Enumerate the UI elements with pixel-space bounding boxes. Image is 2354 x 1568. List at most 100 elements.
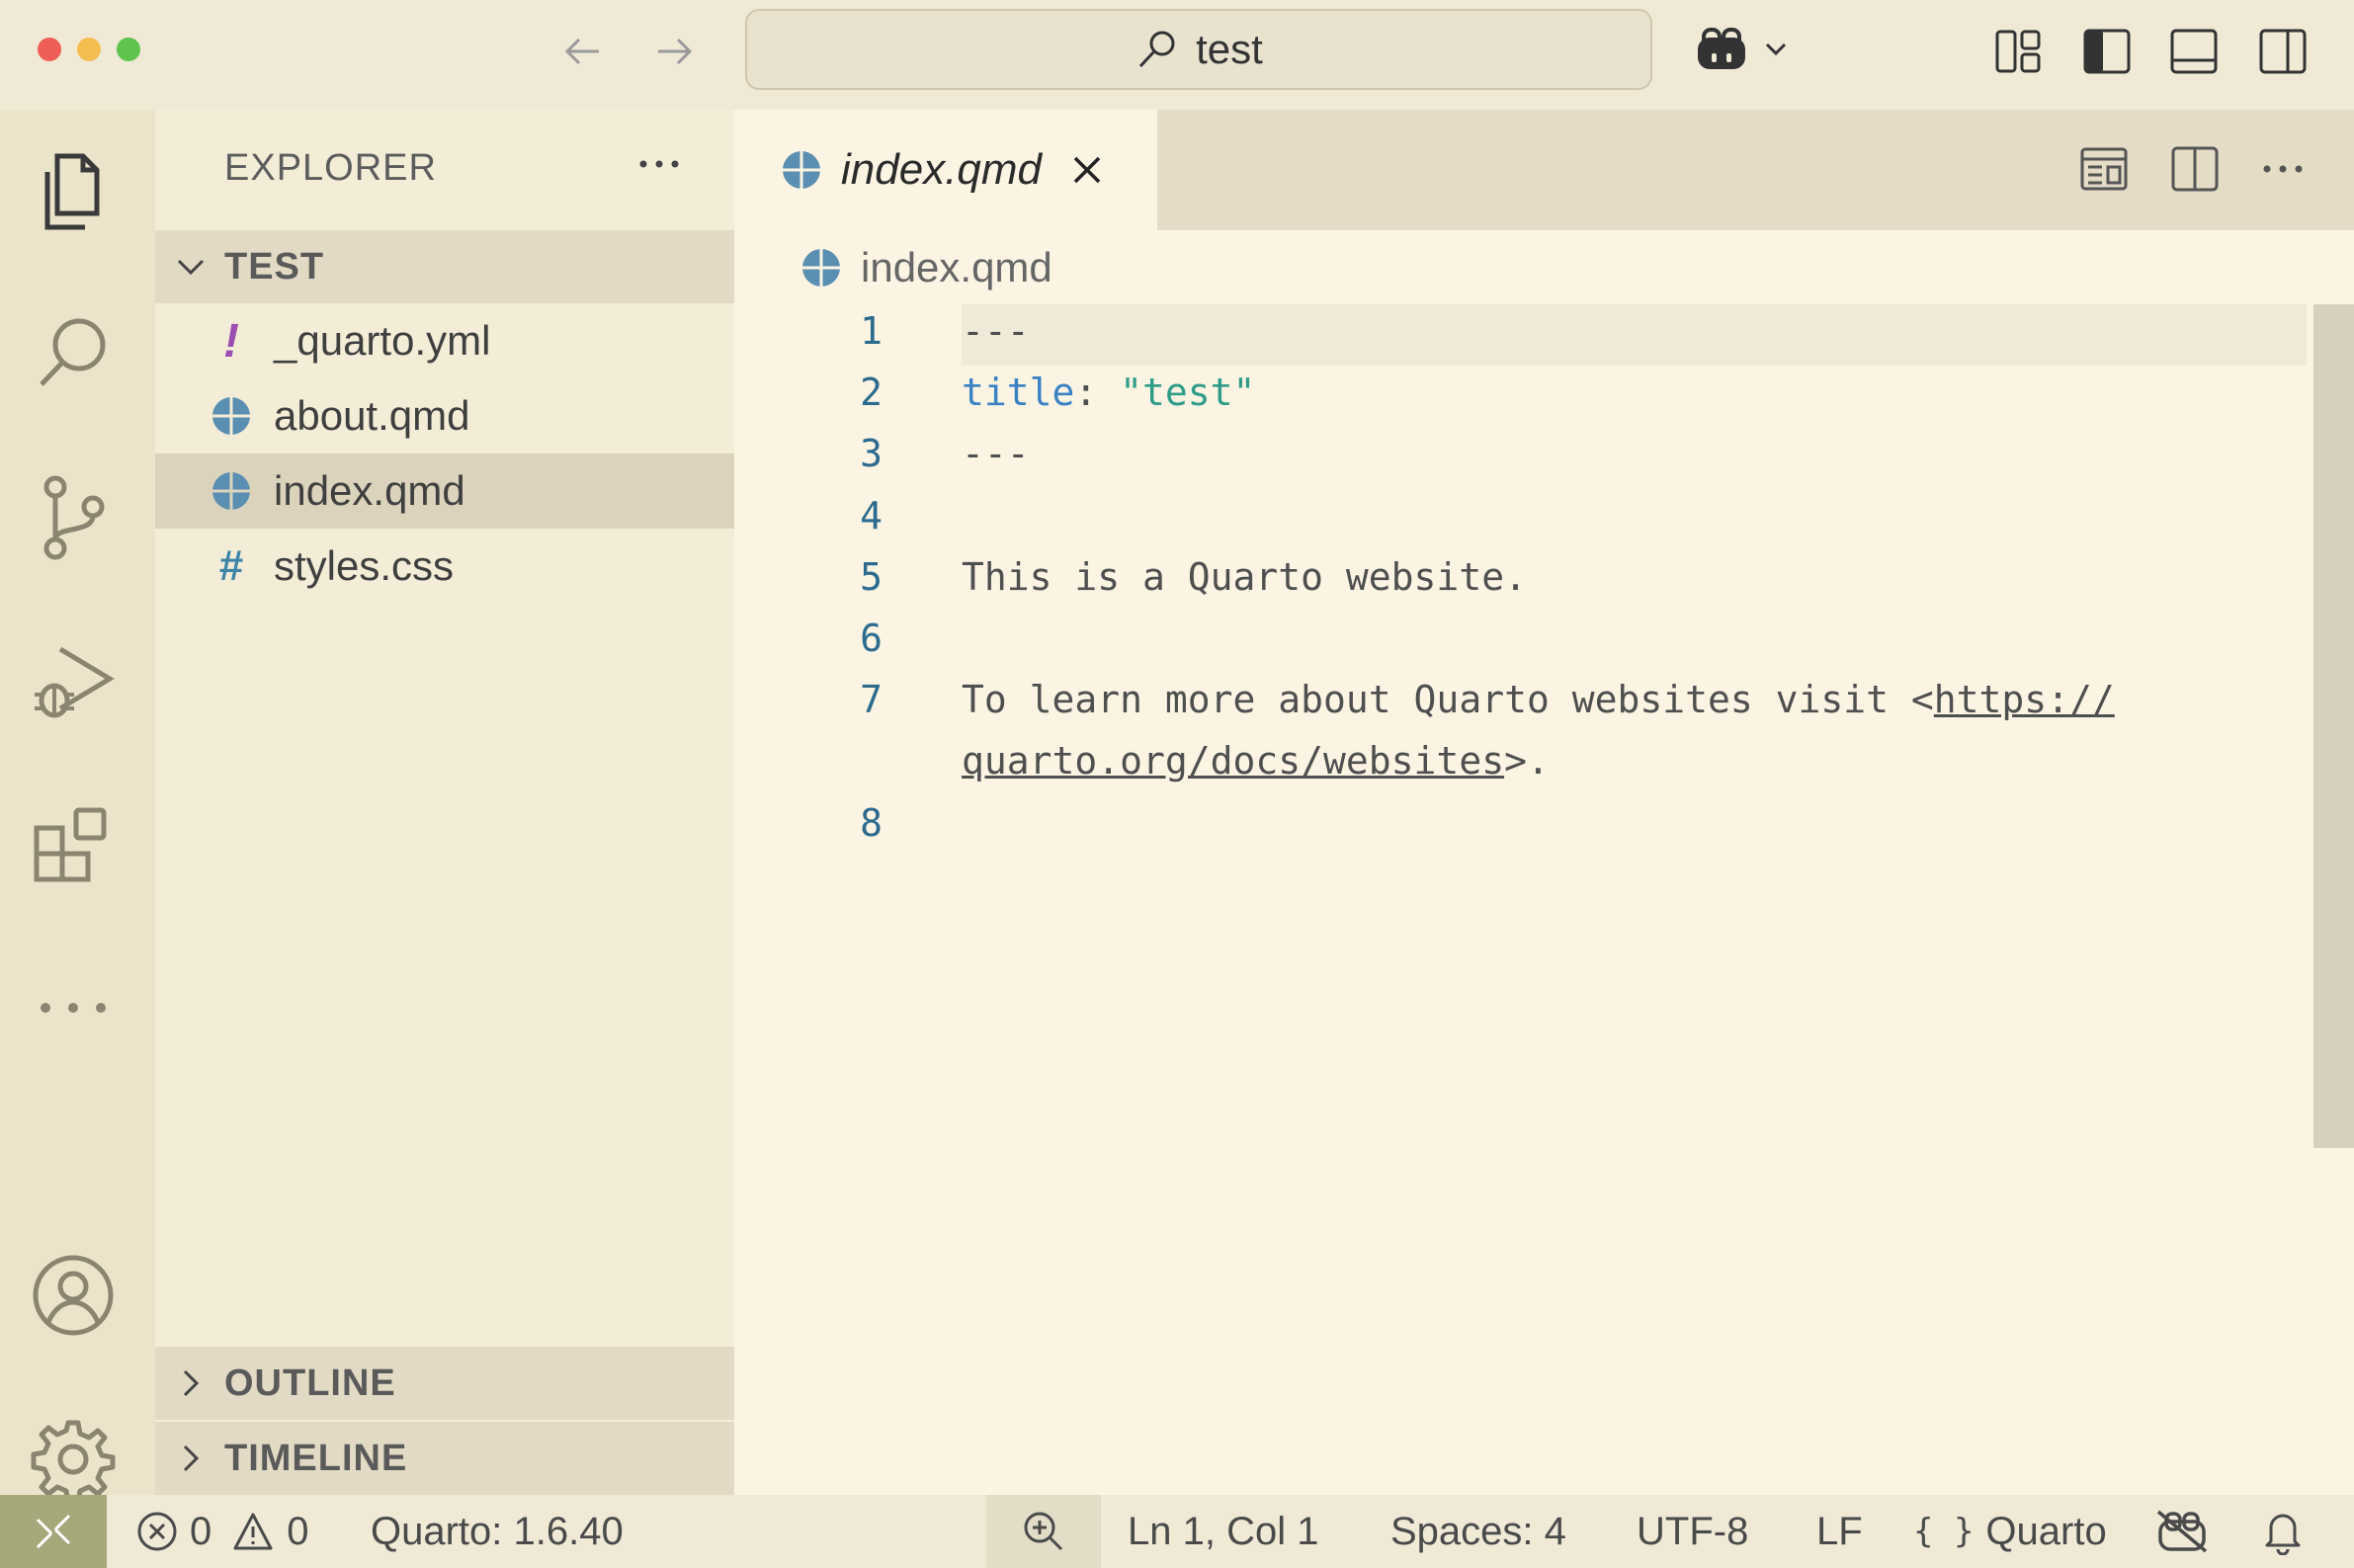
yaml-icon: ! [223,314,239,368]
status-bar: 0 0 Quarto: 1.6.40 Ln 1, Col 1 Spaces: 4… [0,1495,2354,1568]
code-line-7: To learn more about Quarto websites visi… [962,678,2115,721]
quarto-icon [209,471,254,511]
line-number: 1 [860,309,883,353]
outline-section[interactable]: OUTLINE [155,1347,734,1420]
editor-more-actions-icon[interactable] [2257,143,2309,195]
warning-icon [231,1511,275,1552]
indentation[interactable]: Spaces: 4 [1390,1495,1566,1568]
code-line-3: --- [962,432,1030,475]
accounts-icon[interactable] [28,1250,119,1341]
file-item-quarto-yml[interactable]: ! _quarto.yml [155,303,734,378]
more-icon[interactable] [28,962,119,1053]
outline-title: OUTLINE [224,1362,396,1404]
remote-indicator[interactable] [0,1495,107,1568]
toggle-panel-icon[interactable] [2168,26,2220,77]
zoom-in-icon [1021,1509,1066,1554]
code-text: To learn more about Quarto websites visi… [962,678,1934,721]
open-preview-icon[interactable] [2078,143,2130,195]
breadcrumb-file: index.qmd [861,244,1052,290]
forward-arrow-icon[interactable] [650,28,698,75]
more-actions-icon[interactable] [634,139,684,189]
error-count: 0 [190,1509,212,1553]
file-name: styles.css [274,542,455,589]
code-text: >. [1504,739,1550,783]
command-center-label: test [1196,26,1263,72]
editor-area[interactable]: index.qmd 1 2 3 4 5 6 7 8 --- title: "te… [734,230,2354,1495]
editor-tab-bar: index.qmd [734,110,2354,230]
close-icon[interactable] [1069,152,1105,188]
folder-section-test[interactable]: TEST [155,230,734,303]
source-control-icon[interactable] [28,472,119,563]
quarto-icon [801,248,841,288]
notifications-bell-icon[interactable] [2261,1495,2305,1568]
copilot-status-icon[interactable] [2154,1495,2210,1568]
folder-name: TEST [224,245,325,288]
yaml-key: title [962,371,1075,414]
run-and-debug-icon[interactable] [28,636,119,727]
chevron-down-icon [173,249,209,285]
yaml-value: "test" [1120,371,1256,414]
file-item-about-qmd[interactable]: about.qmd [155,378,734,454]
code-line-7-wrap: quarto.org/docs/websites>. [962,739,1550,783]
braces-icon: { } [1913,1512,1975,1551]
css-icon: # [218,541,244,590]
timeline-title: TIMELINE [224,1437,408,1479]
gear-icon[interactable] [28,1414,119,1505]
remote-icon [32,1510,75,1553]
code-line-5: This is a Quarto website. [962,555,1527,599]
extensions-icon[interactable] [28,799,119,890]
quarto-version[interactable]: Quarto: 1.6.40 [371,1495,624,1568]
zoom-indicator[interactable] [986,1495,1101,1568]
current-line-highlight [962,304,2307,366]
copilot-menu[interactable] [1692,24,1791,75]
line-number: 3 [860,432,883,475]
sidebar-title: EXPLORER [224,147,437,189]
toggle-secondary-sidebar-icon[interactable] [2257,26,2309,77]
minimize-window-button[interactable] [77,38,101,61]
file-name: about.qmd [274,392,470,439]
code-link-start[interactable]: https:// [1934,678,2115,721]
timeline-section[interactable]: TIMELINE [155,1422,734,1495]
language-label: Quarto [1985,1509,2107,1553]
file-item-index-qmd[interactable]: index.qmd [155,454,734,529]
problems-indicator[interactable]: 0 0 [136,1495,309,1568]
zoom-window-button[interactable] [117,38,140,61]
line-number: 2 [860,371,883,414]
command-center-search[interactable]: test [745,9,1652,90]
code-line-1: --- [962,309,1030,353]
end-of-line[interactable]: LF [1816,1495,1863,1568]
quarto-icon [209,396,254,436]
quarto-icon [782,150,821,190]
line-number: 4 [860,494,883,537]
warning-count: 0 [287,1509,309,1553]
explorer-sidebar: EXPLORER TEST ! _quarto.yml about.qmd in… [155,110,734,1495]
tab-label: index.qmd [841,145,1043,194]
search-icon[interactable] [28,307,119,398]
encoding[interactable]: UTF-8 [1637,1495,1748,1568]
title-bar: test [0,0,2354,110]
tab-index-qmd[interactable]: index.qmd [734,110,1157,230]
error-icon [136,1511,178,1552]
copilot-icon [1692,24,1751,75]
customize-layout-icon[interactable] [1992,26,2044,77]
close-window-button[interactable] [38,38,61,61]
line-number: 8 [860,801,883,845]
search-icon [1135,27,1180,72]
breadcrumb[interactable]: index.qmd [801,244,1052,291]
yaml-colon: : [1074,371,1121,414]
file-name: _quarto.yml [274,317,491,364]
vertical-scrollbar[interactable] [2313,304,2354,1148]
chevron-down-icon [1761,35,1791,64]
chevron-right-icon [173,1441,209,1476]
back-arrow-icon[interactable] [559,28,607,75]
split-editor-icon[interactable] [2169,143,2221,195]
language-mode[interactable]: { } Quarto [1913,1495,2107,1568]
code-line-2: title: "test" [962,371,1255,414]
toggle-sidebar-icon[interactable] [2081,26,2133,77]
explorer-icon[interactable] [28,146,119,237]
code-link-end[interactable]: quarto.org/docs/websites [962,739,1504,783]
cursor-position[interactable]: Ln 1, Col 1 [1128,1495,1318,1568]
activity-bar [0,110,155,1502]
line-number: 6 [860,617,883,660]
file-item-styles-css[interactable]: # styles.css [155,529,734,604]
